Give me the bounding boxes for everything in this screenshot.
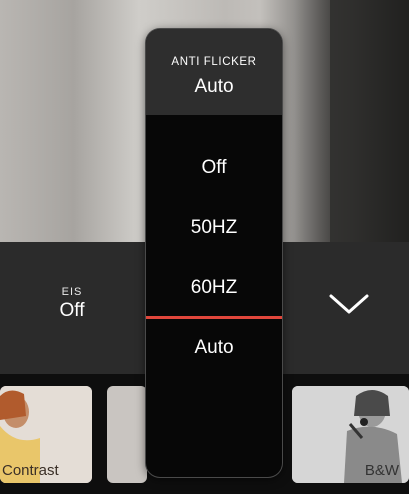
anti-flicker-option-auto[interactable]: Auto	[146, 337, 282, 359]
anti-flicker-picker: ANTI FLICKER Auto Off 50HZ 60HZ Auto	[146, 29, 282, 477]
eis-label: EIS	[61, 286, 83, 298]
filter-label: B&W	[364, 462, 399, 479]
anti-flicker-option-off[interactable]: Off	[146, 157, 282, 179]
chevron-down-icon[interactable]	[327, 290, 371, 318]
selection-indicator	[146, 316, 282, 319]
eis-setting[interactable]: EIS Off	[40, 286, 104, 322]
filter-thumbnail-bw[interactable]: B&W	[292, 386, 409, 483]
anti-flicker-current-value: Auto	[194, 76, 234, 97]
filter-thumbnail[interactable]	[107, 386, 147, 483]
eis-value: Off	[59, 300, 85, 321]
camera-preview-edge	[330, 0, 409, 242]
anti-flicker-option-50hz[interactable]: 50HZ	[146, 217, 282, 239]
anti-flicker-header: ANTI FLICKER Auto	[146, 29, 282, 115]
anti-flicker-option-60hz[interactable]: 60HZ	[146, 277, 282, 299]
filter-thumbnail-contrast[interactable]: Contrast	[0, 386, 92, 483]
anti-flicker-title: ANTI FLICKER	[171, 56, 257, 68]
filter-label: Contrast	[2, 462, 59, 479]
